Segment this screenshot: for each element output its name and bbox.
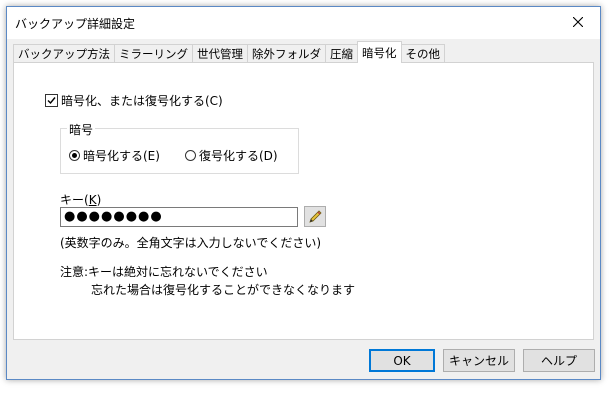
- radio-decrypt-button[interactable]: [185, 150, 196, 161]
- encryption-panel: 暗号化、または復号化する(C) 暗号 暗号化する(E) 復号化する(D) キー(…: [13, 62, 594, 340]
- enable-encryption-label: 暗号化、または復号化する(C): [61, 94, 223, 108]
- close-icon: [573, 17, 583, 27]
- tab-strip: バックアップ方法 ミラーリング 世代管理 除外フォルダ 圧縮 暗号化 その他: [13, 41, 445, 63]
- close-button[interactable]: [556, 7, 600, 37]
- help-button[interactable]: ヘルプ: [523, 349, 595, 372]
- key-label: キー(K): [60, 191, 101, 208]
- window-title: バックアップ詳細設定: [15, 17, 136, 31]
- ok-button[interactable]: OK: [369, 349, 435, 372]
- backup-settings-dialog: バックアップ詳細設定 バックアップ方法 ミラーリング 世代管理 除外フォルダ 圧…: [6, 6, 601, 380]
- warning-note-line1: 注意:キーは絶対に忘れないでください: [60, 265, 268, 279]
- tab-excluded-folders[interactable]: 除外フォルダ: [247, 44, 326, 63]
- pencil-icon: [309, 209, 322, 223]
- radio-decrypt[interactable]: 復号化する(D): [185, 147, 278, 164]
- cancel-button[interactable]: キャンセル: [443, 349, 515, 372]
- cipher-group-label: 暗号: [67, 121, 96, 138]
- tab-encryption[interactable]: 暗号化: [357, 41, 402, 63]
- tab-generation-management[interactable]: 世代管理: [192, 44, 248, 63]
- tab-other[interactable]: その他: [400, 44, 445, 63]
- checkmark-icon: [47, 97, 56, 105]
- key-label-suffix: ): [96, 193, 102, 207]
- tab-compression[interactable]: 圧縮: [325, 44, 358, 63]
- edit-key-button[interactable]: [304, 206, 326, 227]
- key-hint-text: (英数字のみ。全角文字は入力しないでください): [60, 236, 322, 250]
- radio-encrypt-label: 暗号化する(E): [83, 149, 160, 163]
- tab-backup-method[interactable]: バックアップ方法: [13, 44, 115, 63]
- key-label-prefix: キー(: [60, 193, 89, 207]
- warning-note-line2: 忘れた場合は復号化することができなくなります: [91, 283, 356, 297]
- key-label-accelerator: K: [88, 193, 97, 207]
- cipher-groupbox: 暗号 暗号化する(E) 復号化する(D): [60, 121, 299, 174]
- radio-encrypt[interactable]: 暗号化する(E): [69, 147, 160, 164]
- checkbox-box[interactable]: [45, 94, 58, 107]
- enable-encryption-checkbox[interactable]: 暗号化、または復号化する(C): [45, 92, 223, 109]
- title-bar: バックアップ詳細設定: [7, 7, 600, 39]
- tab-mirroring[interactable]: ミラーリング: [114, 44, 193, 63]
- radio-encrypt-button[interactable]: [69, 150, 80, 161]
- radio-decrypt-label: 復号化する(D): [199, 149, 278, 163]
- key-input[interactable]: ●●●●●●●●: [60, 207, 298, 227]
